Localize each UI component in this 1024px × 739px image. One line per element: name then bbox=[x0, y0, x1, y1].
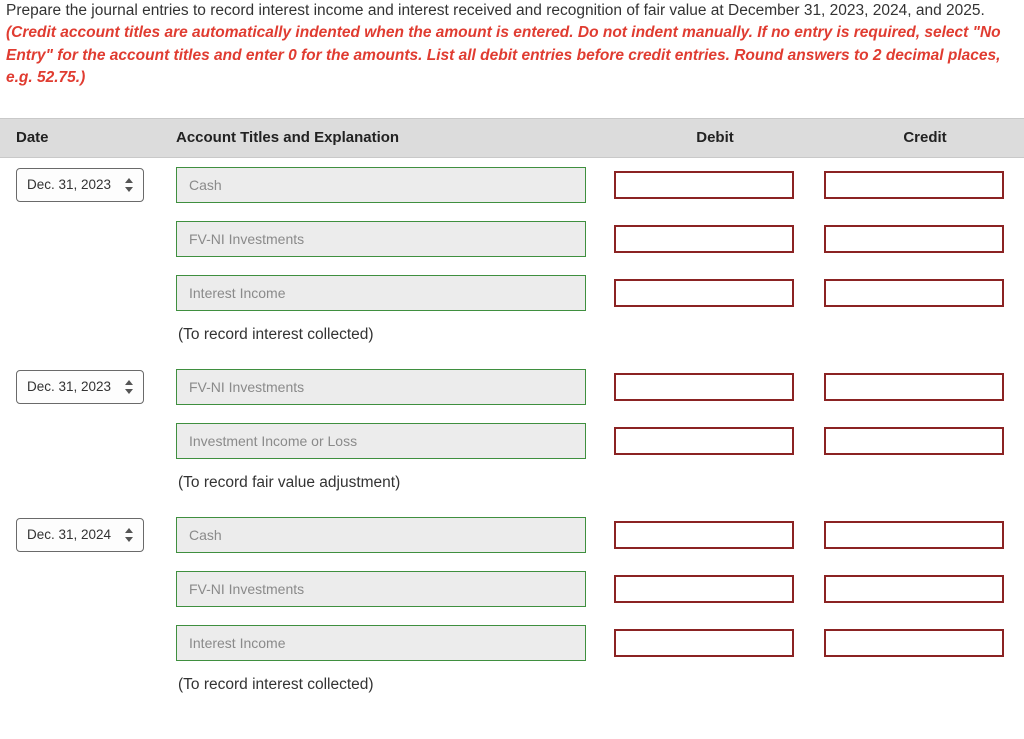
debit-cell bbox=[606, 427, 816, 455]
date-select[interactable]: Dec. 31, 2024 bbox=[16, 518, 144, 552]
date-select-value: Dec. 31, 2023 bbox=[27, 177, 111, 192]
memo-row: (To record interest collected) bbox=[0, 670, 1024, 710]
account-title-input[interactable]: Investment Income or Loss bbox=[176, 423, 586, 459]
account-title-input[interactable]: FV-NI Investments bbox=[176, 221, 586, 257]
account-title-input[interactable]: Interest Income bbox=[176, 275, 586, 311]
updown-arrows-icon bbox=[125, 178, 135, 192]
date-cell: Dec. 31, 2024 bbox=[16, 518, 176, 552]
debit-cell bbox=[606, 373, 816, 401]
account-title-input[interactable]: FV-NI Investments bbox=[176, 369, 586, 405]
date-cell: Dec. 31, 2023 bbox=[16, 370, 176, 404]
credit-cell bbox=[816, 171, 1024, 199]
account-cell: Interest Income bbox=[176, 275, 606, 311]
journal-line: FV-NI Investments bbox=[0, 212, 1024, 266]
credit-input[interactable] bbox=[824, 629, 1004, 657]
credit-input[interactable] bbox=[824, 373, 1004, 401]
debit-input[interactable] bbox=[614, 575, 794, 603]
credit-cell bbox=[816, 427, 1024, 455]
header-date: Date bbox=[16, 129, 176, 146]
debit-input[interactable] bbox=[614, 521, 794, 549]
header-debit: Debit bbox=[606, 129, 816, 146]
debit-input[interactable] bbox=[614, 629, 794, 657]
credit-input[interactable] bbox=[824, 521, 1004, 549]
memo-text: (To record interest collected) bbox=[176, 326, 374, 344]
account-cell: FV-NI Investments bbox=[176, 369, 606, 405]
debit-cell bbox=[606, 629, 816, 657]
header-account: Account Titles and Explanation bbox=[176, 129, 606, 146]
account-cell: Cash bbox=[176, 517, 606, 553]
credit-input[interactable] bbox=[824, 575, 1004, 603]
date-select[interactable]: Dec. 31, 2023 bbox=[16, 370, 144, 404]
updown-arrows-icon bbox=[125, 528, 135, 542]
account-title-input[interactable]: Cash bbox=[176, 167, 586, 203]
journal-line: FV-NI Investments bbox=[0, 562, 1024, 616]
header-credit: Credit bbox=[816, 129, 1024, 146]
memo-row: (To record fair value adjustment) bbox=[0, 468, 1024, 508]
question-prompt: Prepare the journal entries to record in… bbox=[0, 0, 1024, 90]
prompt-instructions: (Credit account titles are automatically… bbox=[6, 24, 1001, 86]
debit-input[interactable] bbox=[614, 171, 794, 199]
table-header: Date Account Titles and Explanation Debi… bbox=[0, 118, 1024, 158]
account-cell: Cash bbox=[176, 167, 606, 203]
journal-table: Date Account Titles and Explanation Debi… bbox=[0, 118, 1024, 710]
credit-input[interactable] bbox=[824, 225, 1004, 253]
debit-input[interactable] bbox=[614, 225, 794, 253]
memo-text: (To record interest collected) bbox=[176, 676, 374, 694]
journal-line: Dec. 31, 2023 FV-NI Investments bbox=[0, 360, 1024, 414]
debit-cell bbox=[606, 521, 816, 549]
account-cell: FV-NI Investments bbox=[176, 571, 606, 607]
journal-line: Interest Income bbox=[0, 616, 1024, 670]
date-cell: Dec. 31, 2023 bbox=[16, 168, 176, 202]
updown-arrows-icon bbox=[125, 380, 135, 394]
memo-text: (To record fair value adjustment) bbox=[176, 474, 400, 492]
debit-cell bbox=[606, 225, 816, 253]
credit-cell bbox=[816, 521, 1024, 549]
account-title-input[interactable]: FV-NI Investments bbox=[176, 571, 586, 607]
credit-cell bbox=[816, 279, 1024, 307]
journal-line: Dec. 31, 2023 Cash bbox=[0, 158, 1024, 212]
account-cell: Investment Income or Loss bbox=[176, 423, 606, 459]
credit-input[interactable] bbox=[824, 427, 1004, 455]
credit-input[interactable] bbox=[824, 279, 1004, 307]
debit-cell bbox=[606, 575, 816, 603]
account-cell: FV-NI Investments bbox=[176, 221, 606, 257]
journal-line: Investment Income or Loss bbox=[0, 414, 1024, 468]
account-title-input[interactable]: Cash bbox=[176, 517, 586, 553]
debit-input[interactable] bbox=[614, 373, 794, 401]
credit-cell bbox=[816, 373, 1024, 401]
credit-cell bbox=[816, 225, 1024, 253]
debit-input[interactable] bbox=[614, 427, 794, 455]
journal-line: Dec. 31, 2024 Cash bbox=[0, 508, 1024, 562]
memo-row: (To record interest collected) bbox=[0, 320, 1024, 360]
date-select[interactable]: Dec. 31, 2023 bbox=[16, 168, 144, 202]
account-cell: Interest Income bbox=[176, 625, 606, 661]
date-select-value: Dec. 31, 2023 bbox=[27, 379, 111, 394]
debit-cell bbox=[606, 171, 816, 199]
credit-input[interactable] bbox=[824, 171, 1004, 199]
account-title-input[interactable]: Interest Income bbox=[176, 625, 586, 661]
journal-line: Interest Income bbox=[0, 266, 1024, 320]
debit-input[interactable] bbox=[614, 279, 794, 307]
prompt-plain: Prepare the journal entries to record in… bbox=[6, 2, 985, 19]
credit-cell bbox=[816, 575, 1024, 603]
debit-cell bbox=[606, 279, 816, 307]
date-select-value: Dec. 31, 2024 bbox=[27, 527, 111, 542]
credit-cell bbox=[816, 629, 1024, 657]
